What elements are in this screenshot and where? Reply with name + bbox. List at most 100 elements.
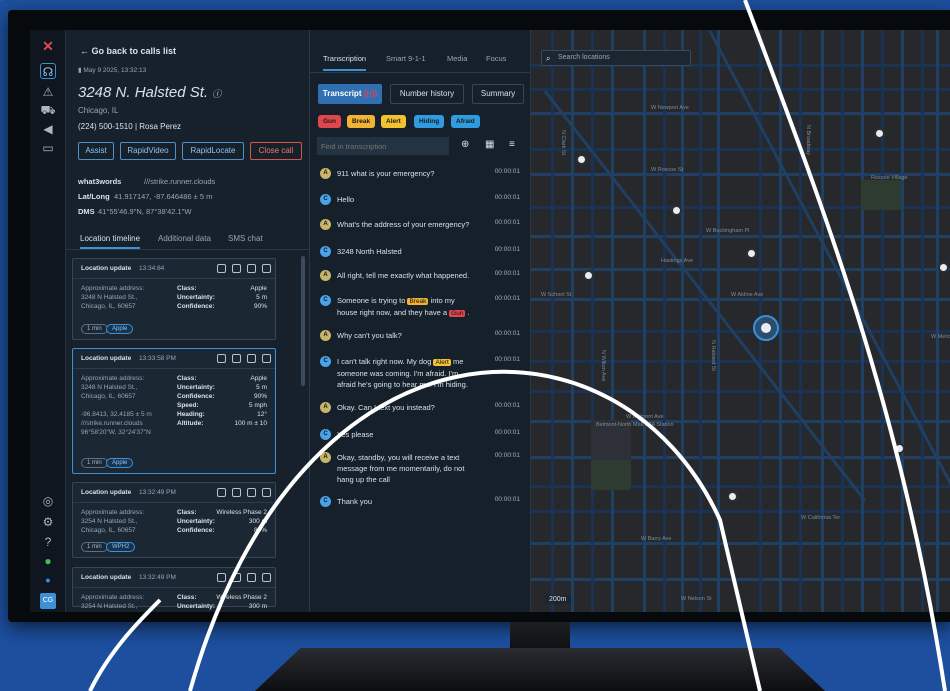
location-update-card[interactable]: Location update 13:32:49 PM Approximate ad… xyxy=(72,482,276,558)
scrollbar[interactable] xyxy=(301,256,305,386)
map-icon[interactable] xyxy=(262,488,271,497)
message-text: Why can't you talk? xyxy=(337,331,402,340)
help-icon[interactable]: ? xyxy=(40,534,56,550)
map-road xyxy=(799,30,802,612)
globe-icon[interactable]: ⊕ xyxy=(461,139,469,150)
detail-key: Speed: xyxy=(177,402,199,409)
keyword-pill[interactable]: Alert xyxy=(381,115,406,128)
detail-key: Class: xyxy=(177,594,197,601)
map-road xyxy=(821,30,824,612)
find-in-transcription-input[interactable] xyxy=(317,137,449,155)
detail-value: Apple xyxy=(250,285,267,292)
target-icon[interactable] xyxy=(217,354,226,363)
map-road xyxy=(921,30,924,612)
share-icon[interactable] xyxy=(247,264,256,273)
tab-focus[interactable]: Focus xyxy=(486,54,506,63)
street-label: W California Ter xyxy=(801,515,841,521)
tab-additional-data[interactable]: Additional data xyxy=(158,234,211,243)
call-city: Chicago, IL xyxy=(78,106,119,115)
location-update-card[interactable]: Location update 13:33:58 PM Approximate ad… xyxy=(72,348,276,474)
transcript-message: C 3248 North Halsted 00:00:01 xyxy=(320,246,520,266)
location-update-card[interactable]: Location update 13:34:84 Approximate addre… xyxy=(72,258,276,340)
transcript-message: C Yes please 00:00:01 xyxy=(320,429,520,449)
rapidlocate-button[interactable]: RapidLocate xyxy=(182,142,244,160)
info-icon[interactable]: ⓘ xyxy=(212,89,221,99)
detail-value: Wireless Phase 2 xyxy=(216,509,267,516)
gear-icon[interactable]: ⚙ xyxy=(40,514,56,530)
message-text: 3248 North Halsted xyxy=(337,247,402,256)
target-icon[interactable] xyxy=(217,488,226,497)
number-history-button[interactable]: Number history xyxy=(390,84,464,104)
copy-icon[interactable] xyxy=(232,354,241,363)
tab-location-timeline[interactable]: Location timeline xyxy=(80,234,141,249)
copy-icon[interactable] xyxy=(232,573,241,582)
call-date: ▮ May 9 2025, 13:32:13 xyxy=(78,67,147,74)
keyword-highlight[interactable]: Alert xyxy=(433,359,451,366)
source-chip: 1 min xyxy=(81,458,108,468)
address-line: 3248 N Halsted St., xyxy=(81,384,138,391)
source-chip: WPH2 xyxy=(106,542,136,552)
keyword-highlight[interactable]: Gun xyxy=(449,310,466,317)
caller-location-marker[interactable] xyxy=(753,315,779,341)
map-road xyxy=(591,30,594,612)
copy-icon[interactable] xyxy=(232,488,241,497)
back-link[interactable]: ← Go back to calls list xyxy=(80,46,176,56)
notification-badge[interactable]: ● xyxy=(40,572,56,588)
detail-key: Confidence: xyxy=(177,527,215,534)
megaphone-icon[interactable]: ◀ xyxy=(40,121,56,137)
keyword-pill[interactable]: Afraid xyxy=(451,115,480,128)
tab-media[interactable]: Media xyxy=(447,54,467,63)
keyword-pill[interactable]: Gun xyxy=(318,115,341,128)
location-person-icon[interactable]: ◎ xyxy=(40,493,56,509)
detail-value: 5 m xyxy=(256,294,267,301)
assist-button[interactable]: Assist xyxy=(78,142,114,160)
share-icon[interactable] xyxy=(247,354,256,363)
target-icon[interactable] xyxy=(217,573,226,582)
share-icon[interactable] xyxy=(247,488,256,497)
filter-icon[interactable]: ≡ xyxy=(509,139,515,150)
tab-transcription[interactable]: Transcription xyxy=(323,54,367,71)
user-avatar[interactable]: CG xyxy=(40,593,56,609)
map-icon[interactable] xyxy=(262,354,271,363)
status-online-icon: ● xyxy=(44,554,52,568)
agent-avatar: A xyxy=(320,168,331,179)
copy-icon[interactable] xyxy=(232,264,241,273)
location-update-card[interactable]: Location update 13:32:49 PM Approximate ad… xyxy=(72,567,276,610)
map-road xyxy=(717,30,720,612)
car-icon[interactable]: ⛟ xyxy=(40,102,56,118)
transcript-button[interactable]: Transcript ((•)) xyxy=(318,84,382,104)
detail-key: Uncertainty: xyxy=(177,603,215,610)
rapidvideo-button[interactable]: RapidVideo xyxy=(120,142,176,160)
grid-icon[interactable]: ▦ xyxy=(485,139,494,150)
map-icon[interactable] xyxy=(262,264,271,273)
chat-icon[interactable]: ▭ xyxy=(40,140,56,156)
keyword-highlight[interactable]: Break xyxy=(407,298,429,305)
message-text: Yes please xyxy=(337,430,374,439)
keyword-pill[interactable]: Break xyxy=(347,115,376,128)
caller-avatar: C xyxy=(320,194,331,205)
poi-marker-icon xyxy=(671,205,682,216)
marker-dot xyxy=(761,323,771,333)
map-view[interactable]: W Newport Ave W Roscoe St W Buckingham Pl H… xyxy=(531,30,950,612)
share-icon[interactable] xyxy=(247,573,256,582)
transcript-message: A What's the address of your emergency? 00… xyxy=(320,219,520,239)
map-road xyxy=(841,30,844,612)
keyword-pill[interactable]: Hiding xyxy=(414,115,445,128)
message-time: 00:00:01 xyxy=(494,194,520,201)
message-time: 00:00:01 xyxy=(494,356,520,363)
address-line: 3254 N Halsted St., xyxy=(81,603,138,610)
tab-smart-911[interactable]: Smart 9-1-1 xyxy=(386,54,426,63)
warning-icon[interactable]: ⚠ xyxy=(40,84,56,100)
headset-icon[interactable]: ☊ xyxy=(40,63,56,79)
transcript-message: C Someone is trying to Break into my hous… xyxy=(320,295,520,317)
summary-button[interactable]: Summary xyxy=(472,84,524,104)
target-icon[interactable] xyxy=(217,264,226,273)
transcript-message: C I can't talk right now. My dog Alert me… xyxy=(320,356,520,389)
poi-marker-icon xyxy=(746,248,757,259)
map-icon[interactable] xyxy=(262,573,271,582)
close-call-button[interactable]: Close call xyxy=(250,142,302,160)
tab-sms-chat[interactable]: SMS chat xyxy=(228,234,263,243)
map-search[interactable]: ⌕ Search locations xyxy=(541,50,691,66)
location-detail: 96°58'20"W, 32°24'37"N xyxy=(81,429,151,436)
address-label: Approximate address: xyxy=(81,594,145,601)
